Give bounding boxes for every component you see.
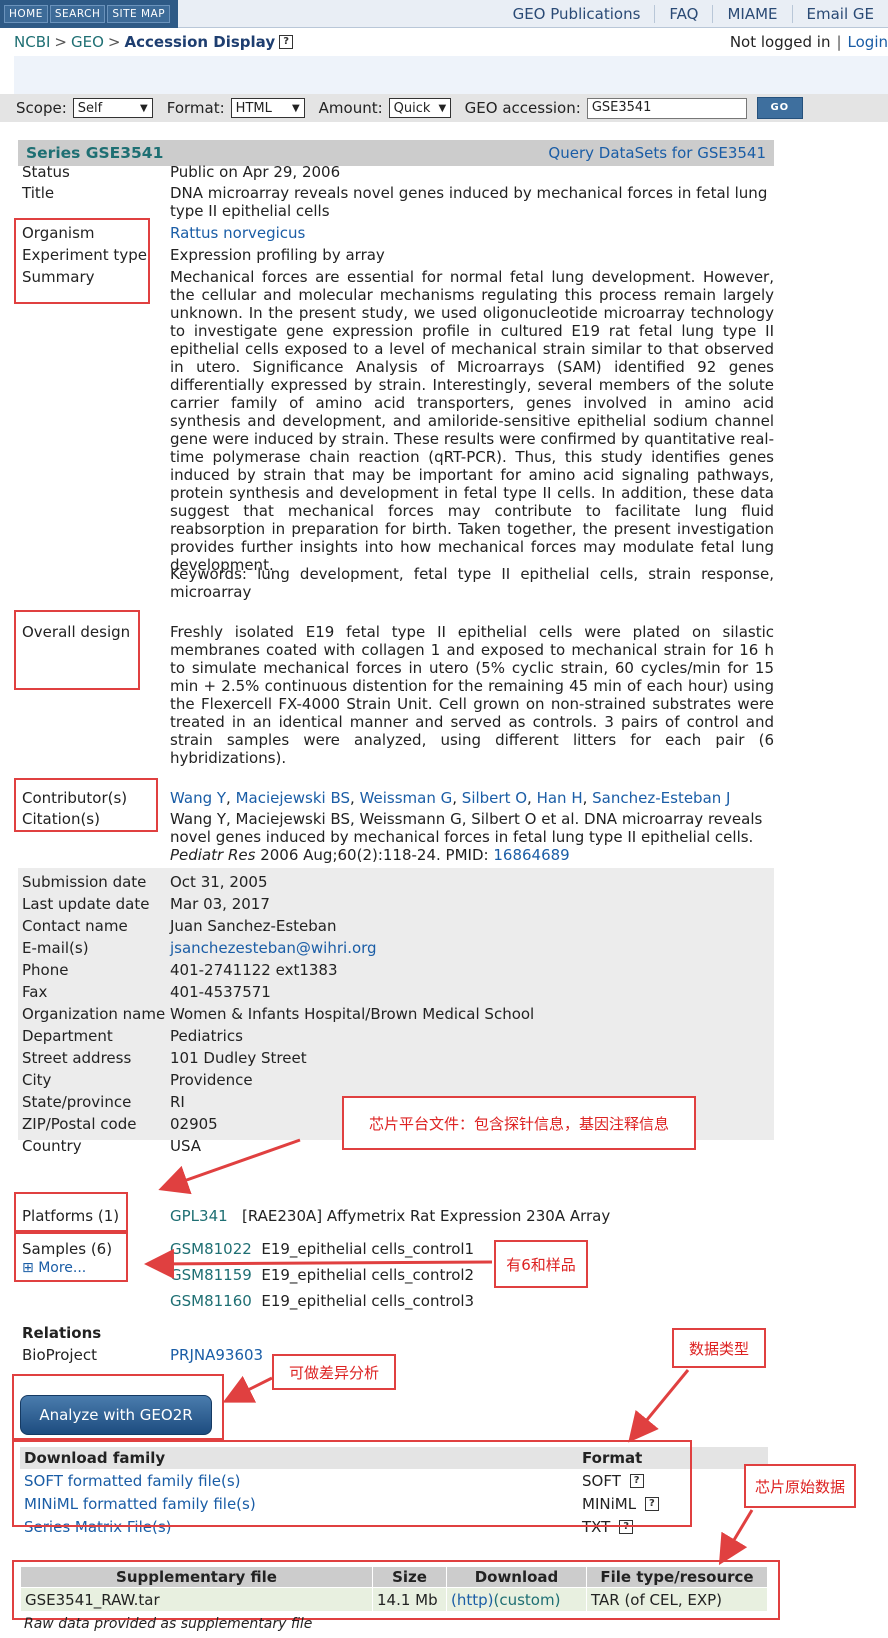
raw-data-arrow xyxy=(718,1509,754,1566)
platform-arrow xyxy=(158,1138,301,1195)
geo2r-arrow xyxy=(222,1375,273,1403)
annotation-arrows xyxy=(144,1138,754,1566)
datatype-arrow xyxy=(628,1369,690,1443)
samples-arrow xyxy=(144,1248,493,1279)
